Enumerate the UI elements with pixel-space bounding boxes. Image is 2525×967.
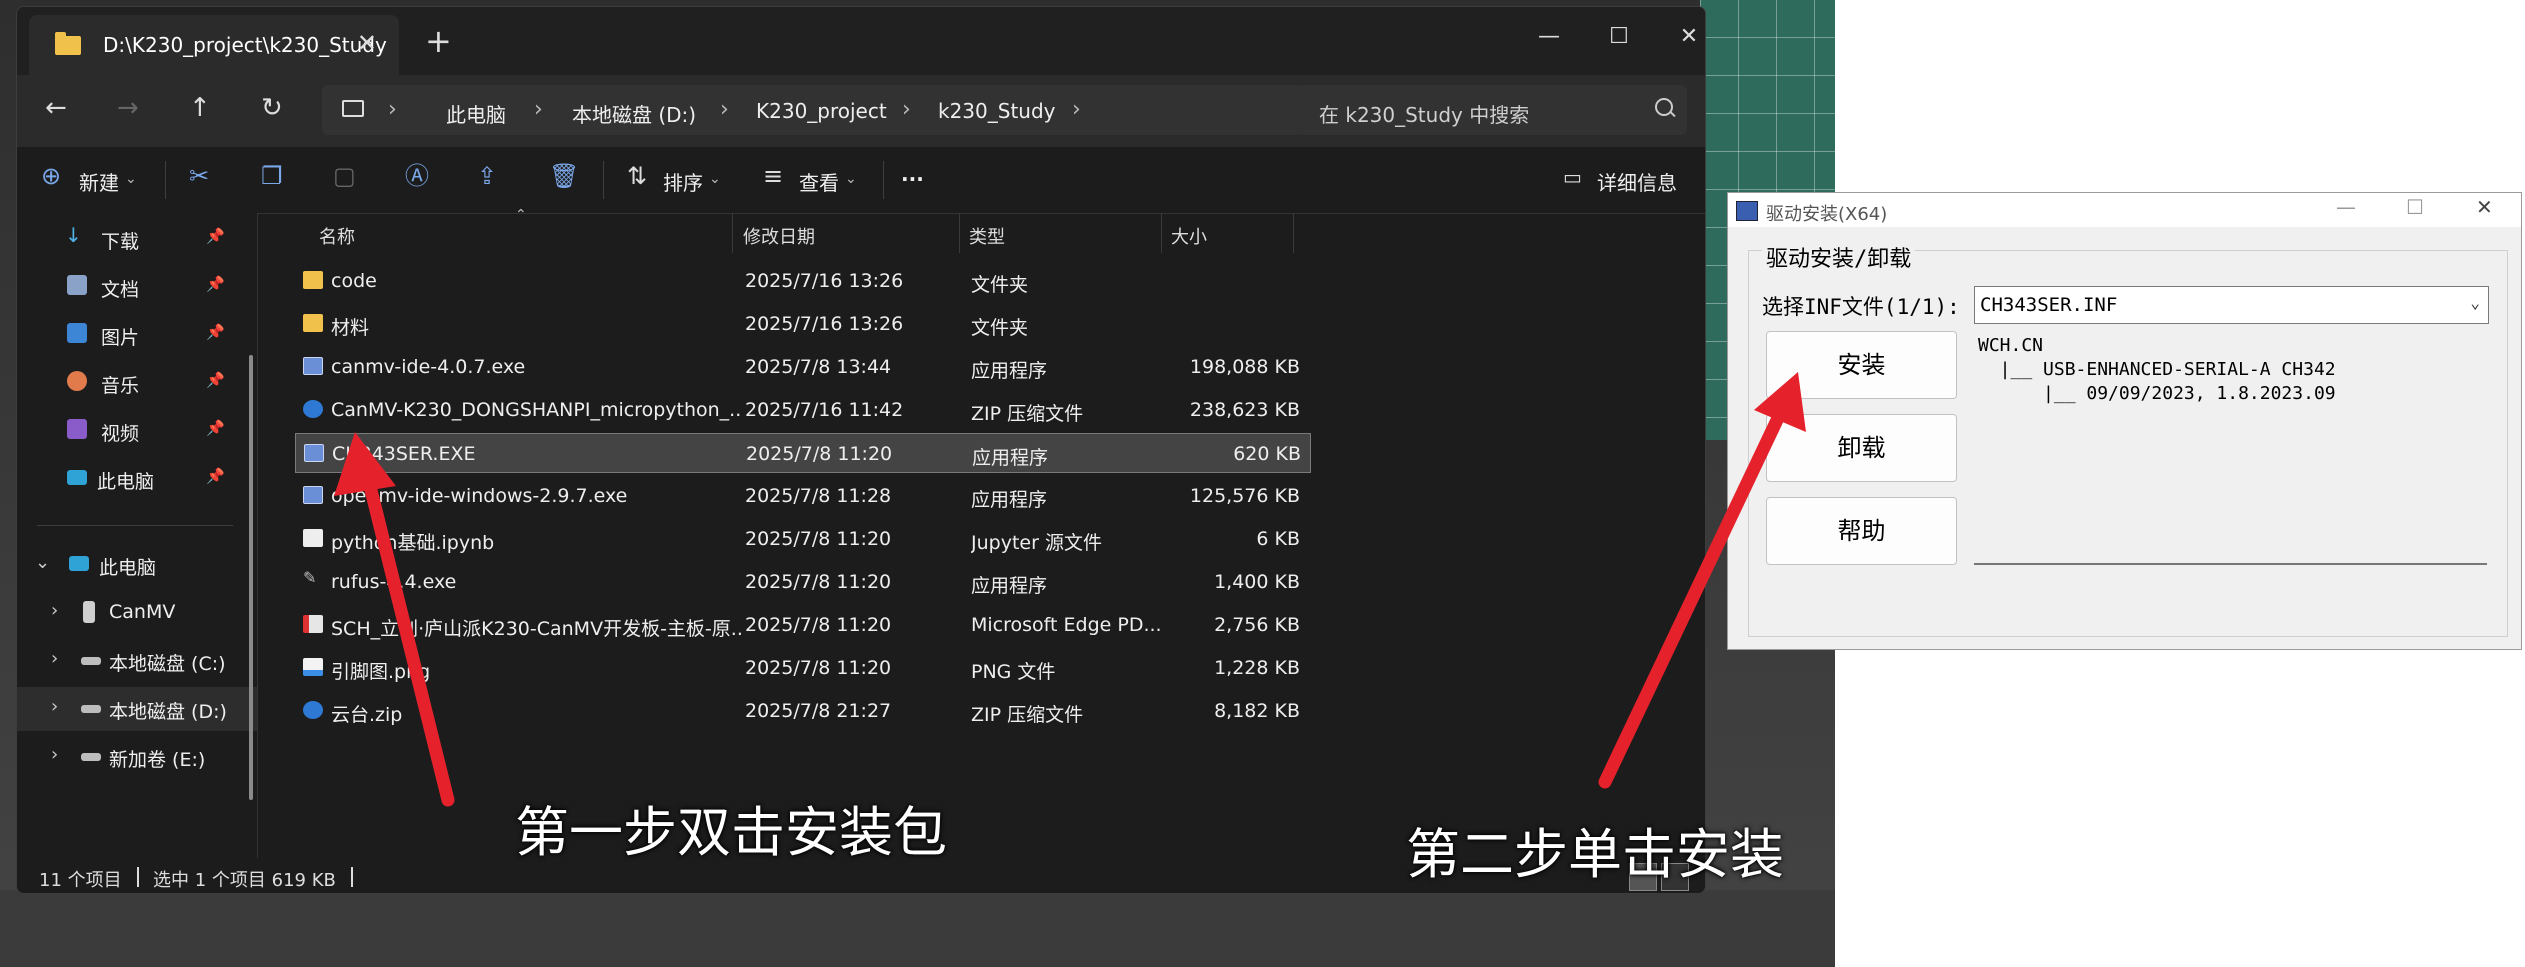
arrow-step1: [334, 432, 455, 807]
annotation-arrows: [334, 372, 1806, 807]
arrow-step2: [1598, 372, 1806, 789]
step1-caption: 第一步双击安装包: [515, 801, 947, 864]
step2-caption: 第二步单击安装: [1406, 823, 1784, 886]
